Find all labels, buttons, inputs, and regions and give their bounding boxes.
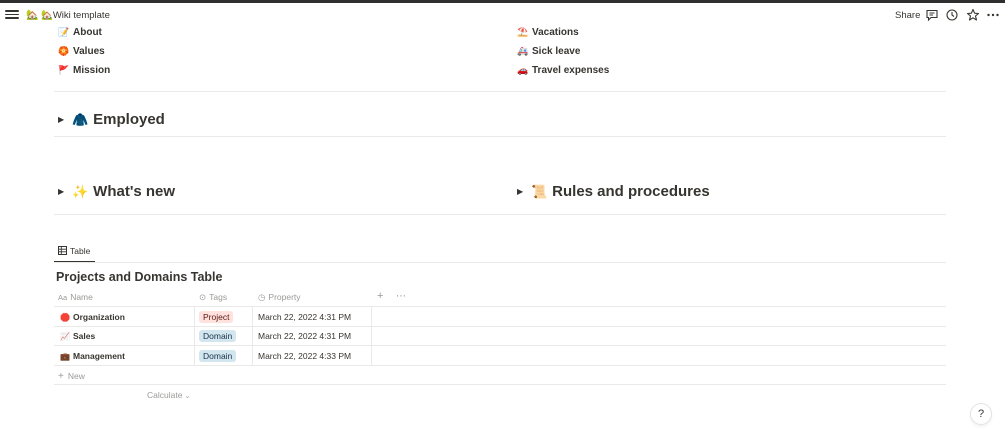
star-icon[interactable] [966, 8, 980, 22]
column-label: Tags [209, 292, 228, 302]
table-row[interactable]: 💼 Management [60, 351, 125, 361]
ambulance-icon: 🚑 [517, 46, 529, 56]
link-label: Vacations [532, 27, 579, 38]
toggle-triangle-icon[interactable]: ▶ [58, 187, 64, 196]
new-row-label: New [67, 371, 85, 381]
text-property-icon: Aa [58, 293, 68, 302]
divider [54, 306, 946, 307]
toggle-triangle-icon[interactable]: ▶ [58, 115, 64, 124]
page-title-text: Wiki template [52, 10, 110, 21]
menu-icon[interactable] [5, 8, 19, 20]
flag-icon: 🚩 [58, 65, 70, 75]
link-about[interactable]: 📝 About [58, 27, 102, 38]
sparkles-icon: ✨ [72, 184, 89, 199]
toggle-label: What's new [93, 183, 176, 200]
scroll-icon: 📜 [531, 184, 548, 199]
column-separator [371, 307, 372, 365]
column-separator [252, 307, 253, 365]
coat-icon: 🧥 [72, 112, 89, 127]
tag-badge: Domain [199, 350, 237, 362]
divider [54, 365, 946, 366]
toggle-label: Rules and procedures [552, 183, 710, 200]
link-sick-leave[interactable]: 🚑 Sick leave [517, 46, 580, 57]
add-column-icon[interactable]: + [377, 290, 383, 302]
divider [54, 326, 946, 327]
tag-badge: Project [199, 311, 234, 323]
column-label: Name [70, 292, 93, 302]
table-icon [58, 246, 67, 255]
tab-table-view[interactable]: Table [58, 246, 90, 256]
comment-icon[interactable] [925, 8, 939, 22]
column-separator [194, 307, 195, 365]
link-label: Sick leave [532, 46, 581, 57]
date-cell[interactable]: March 22, 2022 4:31 PM [258, 312, 351, 322]
toggle-employed[interactable]: ▶ 🧥 Employed [58, 111, 165, 128]
car-icon: 🚗 [517, 65, 529, 75]
stop-sign-icon: 🛑 [60, 313, 70, 322]
topbar: 🏡 🏡Wiki template Share [0, 3, 1005, 29]
link-vacations[interactable]: ⛱️ Vacations [517, 27, 579, 38]
chevron-down-icon: ⌄ [184, 393, 191, 400]
link-values[interactable]: 🏵️ Values [58, 46, 105, 57]
database-title[interactable]: Projects and Domains Table [56, 270, 222, 284]
divider [54, 345, 946, 346]
tag-cell[interactable]: Domain [199, 330, 237, 342]
help-button[interactable]: ? [971, 404, 991, 424]
calculate-button[interactable]: Calculate ⌄ [147, 390, 190, 400]
briefcase-icon: 💼 [60, 352, 70, 361]
column-label: Property [268, 292, 301, 302]
page-icon: 🏡 [41, 10, 53, 21]
more-columns-icon[interactable]: ⋯ [396, 291, 406, 302]
rosette-icon: 🏵️ [58, 46, 70, 56]
row-name[interactable]: Sales [73, 331, 95, 341]
divider [54, 262, 946, 263]
date-cell[interactable]: March 22, 2022 4:31 PM [258, 331, 351, 341]
date-cell[interactable]: March 22, 2022 4:33 PM [258, 351, 351, 361]
row-name[interactable]: Management [73, 351, 125, 361]
link-mission[interactable]: 🚩 Mission [58, 65, 110, 76]
link-label: Mission [73, 65, 111, 76]
share-button[interactable]: Share [895, 10, 920, 21]
home-icon[interactable]: 🏡 [26, 10, 38, 21]
plus-icon: + [58, 371, 64, 382]
link-travel-expenses[interactable]: 🚗 Travel expenses [517, 65, 609, 76]
link-label: About [73, 27, 102, 38]
divider [54, 136, 946, 137]
toggle-triangle-icon[interactable]: ▶ [517, 187, 523, 196]
tags-icon: ⊙ [199, 292, 207, 302]
column-header-name[interactable]: Aa Name [58, 292, 93, 302]
divider [54, 214, 946, 215]
more-icon[interactable] [986, 8, 1000, 22]
new-row-button[interactable]: + New [58, 371, 85, 382]
tag-badge: Domain [199, 330, 237, 342]
memo-icon: 📝 [58, 27, 70, 37]
umbrella-icon: ⛱️ [517, 27, 529, 37]
divider [54, 91, 946, 92]
clock-icon[interactable] [945, 8, 959, 22]
tab-label: Table [70, 246, 91, 256]
table-row[interactable]: 📈 Sales [60, 331, 95, 341]
toggle-whats-new[interactable]: ▶ ✨ What's new [58, 183, 175, 200]
table-row[interactable]: 🛑 Organization [60, 312, 125, 322]
divider [54, 384, 946, 385]
breadcrumb-page-title[interactable]: 🏡Wiki template [41, 10, 110, 21]
tag-cell[interactable]: Domain [199, 350, 237, 362]
link-label: Values [73, 46, 105, 57]
link-label: Travel expenses [532, 65, 610, 76]
toggle-rules[interactable]: ▶ 📜 Rules and procedures [517, 183, 710, 200]
toggle-label: Employed [93, 111, 165, 128]
calculate-label: Calculate [147, 390, 183, 400]
row-name[interactable]: Organization [73, 312, 125, 322]
column-header-tags[interactable]: ⊙ Tags [199, 292, 227, 303]
column-header-property[interactable]: ◷ Property [258, 292, 301, 303]
chart-increasing-icon: 📈 [60, 332, 70, 341]
tag-cell[interactable]: Project [199, 311, 234, 323]
clock-property-icon: ◷ [258, 292, 266, 302]
